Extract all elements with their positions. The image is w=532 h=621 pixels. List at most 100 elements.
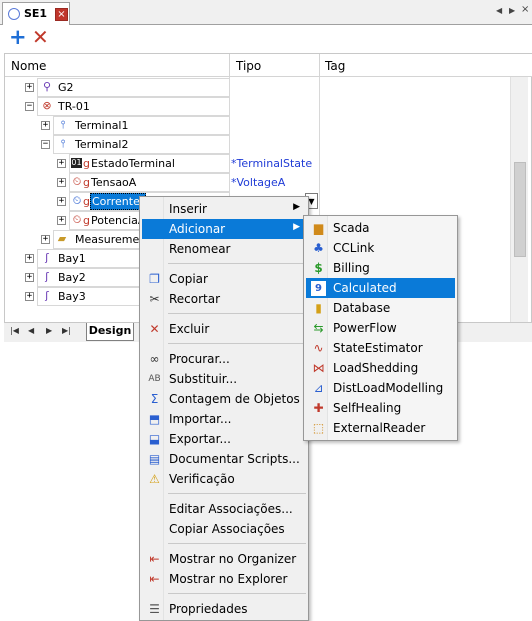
menu-item-verificacao[interactable]: ⚠ Verificação bbox=[142, 469, 306, 489]
scroll-left-icon[interactable]: ◀ bbox=[496, 6, 502, 15]
menu-item-label: Database bbox=[333, 301, 391, 315]
submenu-arrow-icon: ▶ bbox=[293, 202, 300, 212]
menu-separator bbox=[168, 593, 306, 594]
expand-icon[interactable]: + bbox=[25, 273, 34, 282]
submenu-item-externalreader[interactable]: ⬚ ExternalReader bbox=[306, 418, 455, 438]
first-page-icon[interactable]: |◀ bbox=[10, 326, 19, 335]
submenu-item-cclink[interactable]: ♣ CCLink bbox=[306, 238, 455, 258]
vertical-scrollbar[interactable] bbox=[510, 77, 528, 322]
menu-item-excluir[interactable]: ✕ Excluir bbox=[142, 319, 306, 339]
point-prefix: g bbox=[83, 214, 90, 227]
column-header-tipo[interactable]: Tipo bbox=[236, 59, 261, 73]
expand-icon[interactable]: + bbox=[57, 159, 66, 168]
menu-item-renomear[interactable]: Renomear bbox=[142, 239, 306, 259]
submenu-item-selfhealing[interactable]: ✚ SelfHealing bbox=[306, 398, 455, 418]
last-page-icon[interactable]: ▶| bbox=[62, 326, 71, 335]
submenu-item-calculated[interactable]: 9 Calculated bbox=[306, 278, 455, 298]
column-header-nome[interactable]: Nome bbox=[11, 59, 46, 73]
collapse-icon[interactable]: − bbox=[41, 140, 50, 149]
menu-item-propriedades[interactable]: ☰ Propriedades bbox=[142, 599, 306, 619]
menu-item-procurar[interactable]: ∞ Procurar... bbox=[142, 349, 306, 369]
menu-item-mostrar-explorer[interactable]: ⇤ Mostrar no Explorer bbox=[142, 569, 306, 589]
point-prefix: g bbox=[83, 157, 90, 170]
submenu-item-scada[interactable]: ▆ Scada bbox=[306, 218, 455, 238]
prev-page-icon[interactable]: ◀ bbox=[28, 326, 34, 335]
toolbar bbox=[0, 25, 532, 52]
expand-icon[interactable]: + bbox=[41, 235, 50, 244]
scrollbar-thumb[interactable] bbox=[514, 162, 526, 257]
tab-design[interactable]: Design bbox=[86, 323, 134, 341]
expand-icon[interactable]: + bbox=[57, 178, 66, 187]
menu-item-editar-associacoes[interactable]: Editar Associações... bbox=[142, 499, 306, 519]
submenu-item-distloadmodelling[interactable]: ⊿ DistLoadModelling bbox=[306, 378, 455, 398]
context-menu: Inserir ▶ Adicionar ▶ Renomear ❐ Copiar … bbox=[139, 196, 309, 621]
menu-item-adicionar[interactable]: Adicionar ▶ bbox=[142, 219, 306, 239]
menu-item-label: Copiar bbox=[169, 272, 208, 286]
expand-icon[interactable]: + bbox=[25, 254, 34, 263]
expand-icon[interactable]: + bbox=[57, 216, 66, 225]
export-icon: ⬓ bbox=[148, 432, 161, 446]
submenu-item-powerflow[interactable]: ⇆ PowerFlow bbox=[306, 318, 455, 338]
menu-item-label: Billing bbox=[333, 261, 370, 275]
external-reader-icon: ⬚ bbox=[312, 421, 325, 435]
menu-item-label: Adicionar bbox=[169, 222, 226, 236]
scada-icon: ▆ bbox=[313, 221, 324, 235]
load-shedding-icon: ⋈ bbox=[312, 361, 325, 375]
terminal-icon: ⫯ bbox=[60, 137, 66, 150]
scissors-icon: ✂ bbox=[149, 292, 160, 306]
menu-item-importar[interactable]: ⬒ Importar... bbox=[142, 409, 306, 429]
tree-row[interactable]: − ⊗ TR-01 bbox=[5, 97, 510, 116]
calculated-icon: 9 bbox=[311, 281, 326, 296]
expand-icon[interactable]: + bbox=[57, 197, 66, 206]
menu-item-inserir[interactable]: Inserir ▶ bbox=[142, 199, 306, 219]
submenu-item-billing[interactable]: $ Billing bbox=[306, 258, 455, 278]
close-tab-icon[interactable]: × bbox=[55, 8, 68, 21]
menu-item-label: Renomear bbox=[169, 242, 231, 256]
menu-item-recortar[interactable]: ✂ Recortar bbox=[142, 289, 306, 309]
expand-icon[interactable]: + bbox=[41, 121, 50, 130]
menu-separator bbox=[168, 543, 306, 544]
organizer-icon: ⇤ bbox=[149, 552, 160, 566]
dist-load-icon: ⊿ bbox=[313, 381, 324, 395]
menu-item-mostrar-organizer[interactable]: ⇤ Mostrar no Organizer bbox=[142, 549, 306, 569]
add-button[interactable]: + bbox=[9, 27, 27, 48]
menu-item-label: Calculated bbox=[333, 281, 397, 295]
menu-item-label: Scada bbox=[333, 221, 370, 235]
menu-item-label: Mostrar no Organizer bbox=[169, 552, 297, 566]
properties-icon: ☰ bbox=[149, 602, 160, 616]
menu-item-copiar[interactable]: ❐ Copiar bbox=[142, 269, 306, 289]
menu-item-contagem[interactable]: Σ Contagem de Objetos bbox=[142, 389, 306, 409]
submenu-arrow-icon: ▶ bbox=[293, 222, 300, 232]
collapse-icon[interactable]: − bbox=[25, 102, 34, 111]
scroll-right-icon[interactable]: ▶ bbox=[509, 6, 515, 15]
replace-icon: AB bbox=[148, 374, 161, 384]
expand-icon[interactable]: + bbox=[25, 292, 34, 301]
bay-icon: ʃ bbox=[45, 289, 49, 302]
menu-item-exportar[interactable]: ⬓ Exportar... bbox=[142, 429, 306, 449]
delete-button[interactable]: ✕ bbox=[32, 27, 50, 48]
tree-row[interactable]: − ⫯ Terminal2 bbox=[5, 135, 510, 154]
menu-item-label: DistLoadModelling bbox=[333, 381, 444, 395]
close-window-icon[interactable]: × bbox=[521, 4, 529, 15]
terminal-icon: ⫯ bbox=[60, 118, 66, 131]
binoculars-icon: ∞ bbox=[149, 352, 160, 366]
menu-item-documentar[interactable]: ▤ Documentar Scripts... bbox=[142, 449, 306, 469]
menu-item-substituir[interactable]: AB Substituir... bbox=[142, 369, 306, 389]
book-icon: ▤ bbox=[148, 452, 161, 466]
submenu-item-stateestimator[interactable]: ∿ StateEstimator bbox=[306, 338, 455, 358]
column-header-tag[interactable]: Tag bbox=[325, 59, 345, 73]
grid-header: Nome Tipo Tag bbox=[5, 54, 532, 77]
tree-row[interactable]: + ⫯ Terminal1 bbox=[5, 116, 510, 135]
tree-row[interactable]: + ⏲ g TensaoA *VoltageA bbox=[5, 173, 510, 192]
menu-item-label: LoadShedding bbox=[333, 361, 419, 375]
submenu-item-loadshedding[interactable]: ⋈ LoadShedding bbox=[306, 358, 455, 378]
tree-row[interactable]: + ⚲ G2 bbox=[5, 78, 510, 97]
tree-row[interactable]: + 01 g EstadoTerminal *TerminalState bbox=[5, 154, 510, 173]
next-page-icon[interactable]: ▶ bbox=[46, 326, 52, 335]
tab-se1[interactable]: SE1 × bbox=[2, 2, 70, 25]
row-name: Terminal2 bbox=[75, 138, 129, 151]
menu-item-copiar-associacoes[interactable]: Copiar Associações bbox=[142, 519, 306, 539]
expand-icon[interactable]: + bbox=[25, 83, 34, 92]
row-tipo: *VoltageA bbox=[231, 176, 286, 189]
submenu-item-database[interactable]: ▮ Database bbox=[306, 298, 455, 318]
